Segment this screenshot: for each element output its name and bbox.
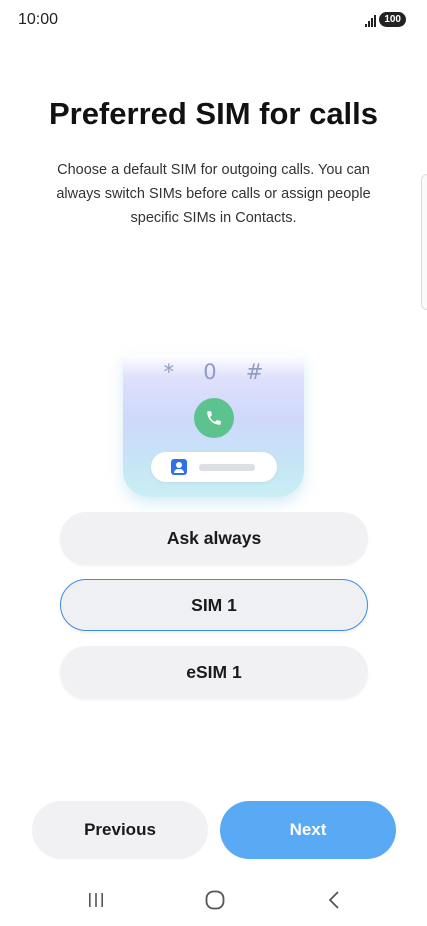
sim-options: Ask always SIM 1 eSIM 1	[60, 512, 368, 713]
contact-pill	[151, 452, 277, 482]
contact-avatar-icon	[171, 459, 187, 475]
navigation-bar	[0, 884, 427, 916]
scroll-indicator	[421, 174, 427, 310]
contact-name-placeholder	[199, 464, 255, 471]
signal-bars-icon	[365, 13, 377, 27]
page-title: Preferred SIM for calls	[48, 96, 379, 131]
next-button[interactable]: Next	[220, 801, 396, 859]
dialer-key-hash: #	[245, 360, 264, 384]
option-sim-1[interactable]: SIM 1	[60, 579, 368, 631]
status-indicators: 100	[365, 12, 406, 27]
dialer-illustration: * 0 #	[123, 355, 304, 497]
recents-icon[interactable]	[76, 884, 116, 916]
footer-buttons: Previous Next	[32, 801, 396, 859]
phone-icon	[194, 398, 234, 438]
home-icon[interactable]	[195, 884, 235, 916]
dialer-key-star: *	[163, 360, 175, 384]
dialer-key-zero: 0	[203, 360, 217, 384]
page-description: Choose a default SIM for outgoing calls.…	[56, 162, 371, 226]
dialer-keys: * 0 #	[123, 360, 304, 384]
battery-indicator: 100	[379, 12, 406, 27]
previous-button[interactable]: Previous	[32, 801, 208, 859]
status-bar: 10:00 100	[0, 0, 427, 40]
back-icon[interactable]	[315, 884, 355, 916]
phone-glyph	[207, 411, 221, 425]
option-ask-always[interactable]: Ask always	[60, 512, 368, 564]
status-time: 10:00	[18, 11, 59, 28]
option-esim-1[interactable]: eSIM 1	[60, 646, 368, 698]
